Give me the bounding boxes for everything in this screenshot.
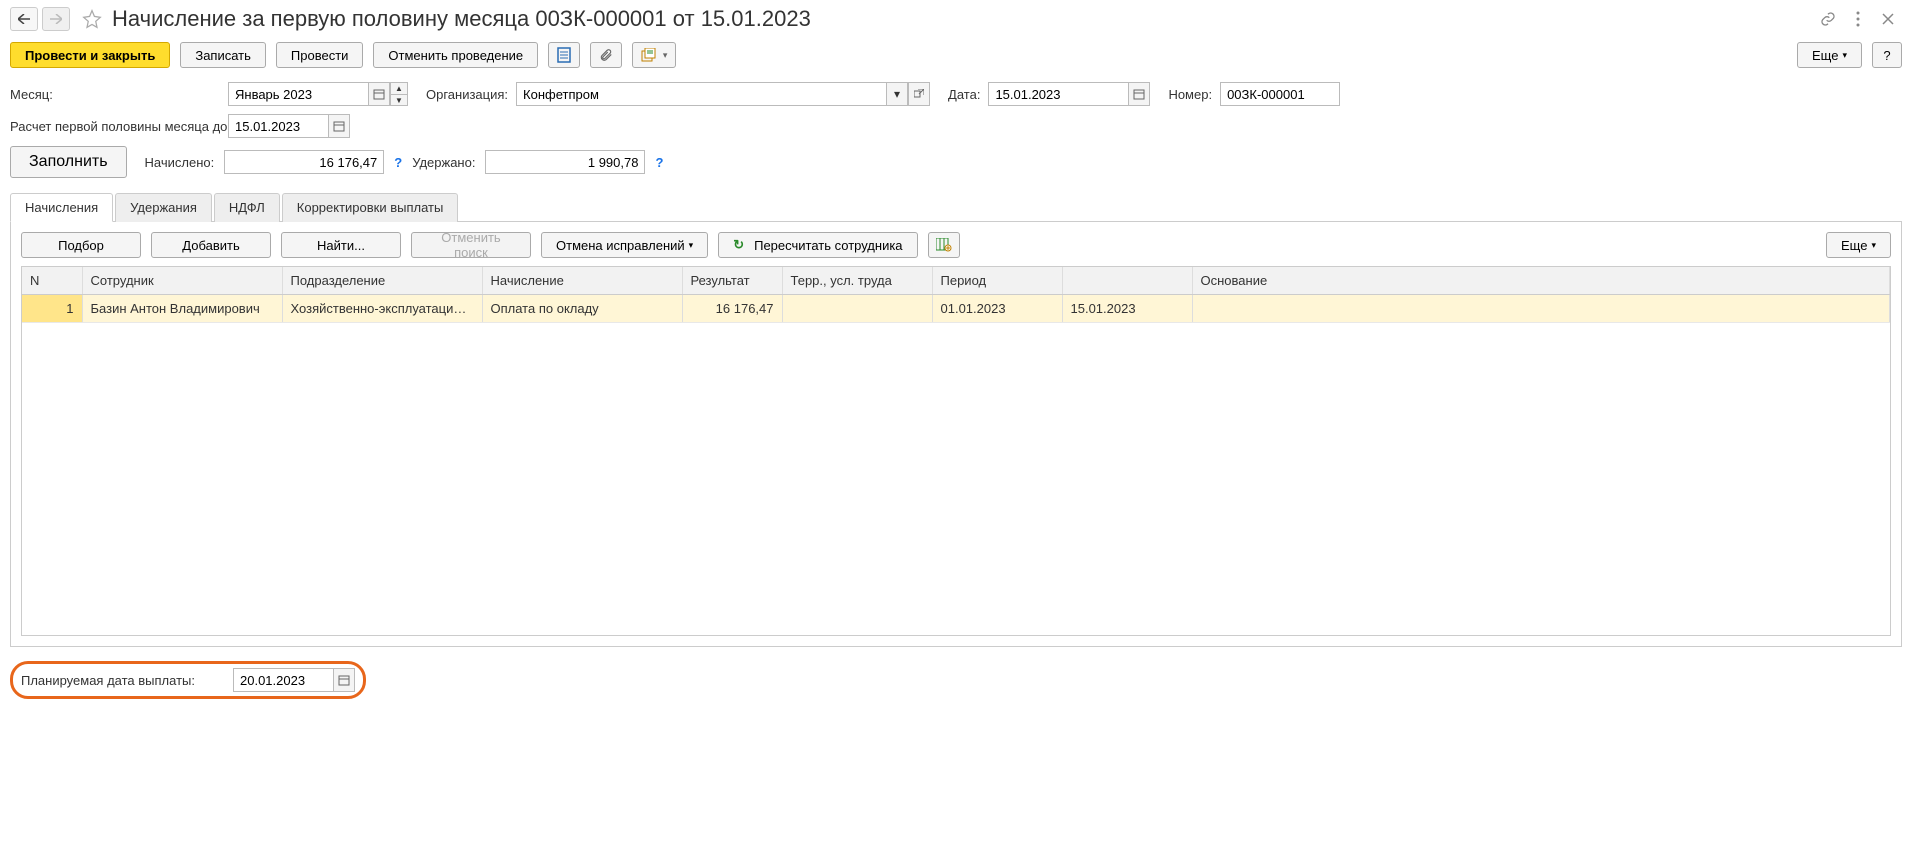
calc-until-input[interactable] <box>228 114 328 138</box>
arrow-right-icon <box>50 14 62 24</box>
cell-department[interactable]: Хозяйственно-эксплуатацион… <box>282 295 482 323</box>
cell-period-to[interactable]: 15.01.2023 <box>1062 295 1192 323</box>
pick-button[interactable]: Подбор <box>21 232 141 258</box>
month-up-button[interactable]: ▲ <box>390 82 408 94</box>
accruals-table: N Сотрудник Подразделение Начисление Рез… <box>22 267 1890 323</box>
date-label: Дата: <box>948 87 980 102</box>
col-basis[interactable]: Основание <box>1192 267 1890 295</box>
month-input[interactable] <box>228 82 368 106</box>
month-calendar-button[interactable] <box>368 82 390 106</box>
tab-deductions[interactable]: Удержания <box>115 193 212 222</box>
accrued-value <box>224 150 384 174</box>
page-title: Начисление за первую половину месяца 00З… <box>112 6 811 32</box>
date-calendar-button[interactable] <box>1128 82 1150 106</box>
calendar-icon <box>333 120 345 132</box>
accrued-label: Начислено: <box>145 155 215 170</box>
tab-ndfl[interactable]: НДФЛ <box>214 193 280 222</box>
org-open-button[interactable] <box>908 82 930 106</box>
panel-more-label: Еще <box>1841 238 1867 253</box>
cell-result[interactable]: 16 176,47 <box>682 295 782 323</box>
col-period2[interactable] <box>1062 267 1192 295</box>
payslip-icon <box>641 48 657 62</box>
col-n[interactable]: N <box>22 267 82 295</box>
kebab-menu-icon[interactable] <box>1848 9 1868 29</box>
panel-more-button[interactable]: Еще ▾ <box>1826 232 1891 258</box>
cell-n[interactable]: 1 <box>22 295 82 323</box>
org-input[interactable] <box>516 82 886 106</box>
favorite-star-icon[interactable] <box>82 9 102 29</box>
col-territory[interactable]: Терр., усл. труда <box>782 267 932 295</box>
org-label: Организация: <box>426 87 508 102</box>
number-input[interactable] <box>1220 82 1340 106</box>
org-dropdown-button[interactable]: ▾ <box>886 82 908 106</box>
cancel-search-button[interactable]: Отменить поиск <box>411 232 531 258</box>
fill-button[interactable]: Заполнить <box>10 146 127 178</box>
print-dropdown-button[interactable] <box>632 42 676 68</box>
col-period[interactable]: Период <box>932 267 1062 295</box>
post-button[interactable]: Провести <box>276 42 364 68</box>
calendar-icon <box>373 88 385 100</box>
withheld-label: Удержано: <box>412 155 475 170</box>
col-employee[interactable]: Сотрудник <box>82 267 282 295</box>
save-button[interactable]: Записать <box>180 42 266 68</box>
calendar-icon <box>1133 88 1145 100</box>
help-button[interactable]: ? <box>1872 42 1902 68</box>
table-settings-icon <box>936 238 952 252</box>
tab-corrections[interactable]: Корректировки выплаты <box>282 193 459 222</box>
withheld-hint-icon[interactable]: ? <box>655 155 663 170</box>
table-header-row: N Сотрудник Подразделение Начисление Рез… <box>22 267 1890 295</box>
cell-employee[interactable]: Базин Антон Владимирович <box>82 295 282 323</box>
calc-until-label: Расчет первой половины месяца до: <box>10 119 220 134</box>
post-and-close-button[interactable]: Провести и закрыть <box>10 42 170 68</box>
org-input-group: ▾ <box>516 82 930 106</box>
month-label: Месяц: <box>10 87 220 102</box>
cancel-fixes-button[interactable]: Отмена исправлений ▾ <box>541 232 708 258</box>
col-accrual[interactable]: Начисление <box>482 267 682 295</box>
cell-basis[interactable] <box>1192 295 1890 323</box>
cancel-post-button[interactable]: Отменить проведение <box>373 42 538 68</box>
nav-forward-button[interactable] <box>42 7 70 31</box>
close-icon[interactable] <box>1878 9 1898 29</box>
add-button[interactable]: Добавить <box>151 232 271 258</box>
month-input-group: ▲ ▼ <box>228 82 408 106</box>
arrow-left-icon <box>18 14 30 24</box>
planned-date-input[interactable] <box>233 668 333 692</box>
col-result[interactable]: Результат <box>682 267 782 295</box>
cancel-fixes-label: Отмена исправлений <box>556 238 685 253</box>
report-button[interactable] <box>548 42 580 68</box>
col-department[interactable]: Подразделение <box>282 267 482 295</box>
recalc-button[interactable]: Пересчитать сотрудника <box>718 232 917 258</box>
table-row[interactable]: 1 Базин Антон Владимирович Хозяйственно-… <box>22 295 1890 323</box>
planned-date-highlight: Планируемая дата выплаты: <box>10 661 366 699</box>
tab-accruals[interactable]: Начисления <box>10 193 113 222</box>
nav-back-button[interactable] <box>10 7 38 31</box>
month-down-button[interactable]: ▼ <box>390 94 408 106</box>
planned-date-label: Планируемая дата выплаты: <box>21 673 195 688</box>
more-label: Еще <box>1812 48 1838 63</box>
find-button[interactable]: Найти... <box>281 232 401 258</box>
withheld-value <box>485 150 645 174</box>
paperclip-icon <box>599 47 613 63</box>
calc-until-calendar-button[interactable] <box>328 114 350 138</box>
planned-date-calendar-button[interactable] <box>333 668 355 692</box>
cell-period-from[interactable]: 01.01.2023 <box>932 295 1062 323</box>
number-label: Номер: <box>1168 87 1212 102</box>
calendar-icon <box>338 674 350 686</box>
open-icon <box>914 89 924 99</box>
attach-button[interactable] <box>590 42 622 68</box>
cell-territory[interactable] <box>782 295 932 323</box>
cell-accrual[interactable]: Оплата по окладу <box>482 295 682 323</box>
date-input[interactable] <box>988 82 1128 106</box>
link-icon[interactable] <box>1818 9 1838 29</box>
document-icon <box>557 47 571 63</box>
accrued-hint-icon[interactable]: ? <box>394 155 402 170</box>
more-button[interactable]: Еще ▾ <box>1797 42 1862 68</box>
columns-settings-button[interactable] <box>928 232 960 258</box>
